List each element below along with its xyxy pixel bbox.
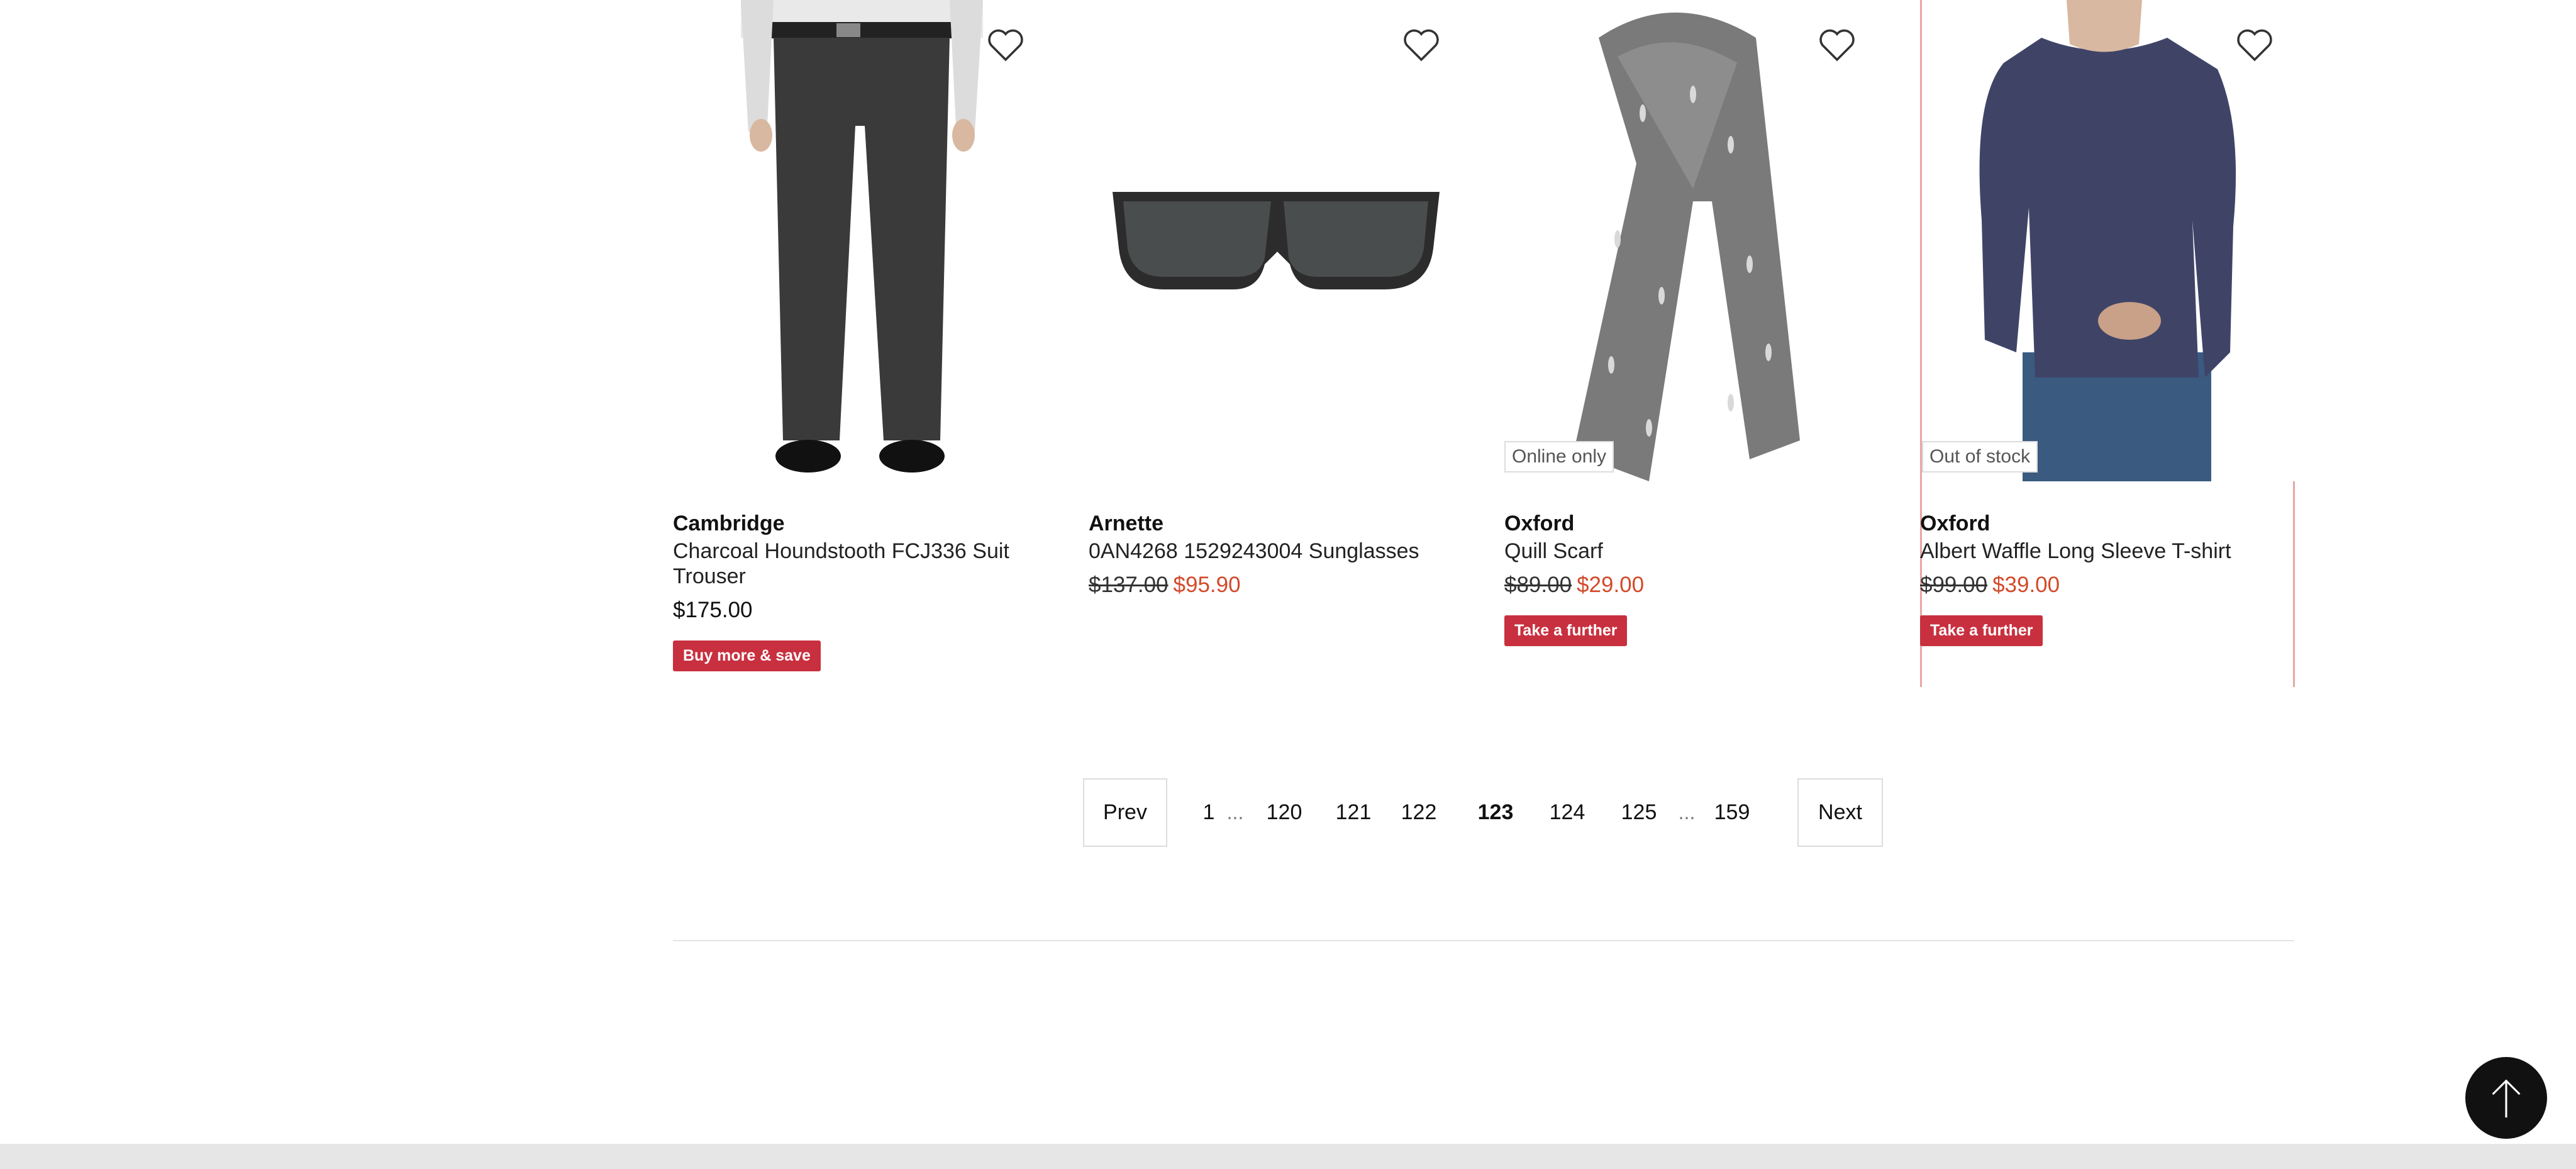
next-page-button[interactable]: Next <box>1797 778 1883 847</box>
product-image[interactable] <box>673 0 1048 481</box>
pagination-ellipsis: ... <box>1226 801 1244 824</box>
original-price: $99.00 <box>1920 573 1988 597</box>
original-price: $137.00 <box>1089 573 1169 597</box>
product-card[interactable]: Out of stock Oxford Albert Waffle Long S… <box>1920 0 2297 687</box>
wishlist-heart-icon[interactable] <box>1402 28 1441 63</box>
scarf-image <box>1574 13 1800 481</box>
promo-badge[interactable]: Buy more & save <box>673 640 821 671</box>
page-link-159[interactable]: 159 <box>1711 778 1753 847</box>
wishlist-heart-icon[interactable] <box>1818 28 1857 63</box>
page-link-122[interactable]: 122 <box>1397 778 1440 847</box>
sale-price: $29.00 <box>1577 573 1645 597</box>
page-link-120[interactable]: 120 <box>1263 778 1306 847</box>
pagination-ellipsis: ... <box>1678 801 1696 824</box>
promo-badge[interactable]: Take a further <box>1920 615 2043 646</box>
page-link-121[interactable]: 121 <box>1332 778 1375 847</box>
section-divider <box>673 940 2294 941</box>
trouser-image <box>741 0 983 473</box>
original-price: $89.00 <box>1504 573 1572 597</box>
page-link-current[interactable]: 123 <box>1474 778 1517 847</box>
page-link-1[interactable]: 1 <box>1196 778 1221 847</box>
product-brand[interactable]: Cambridge <box>673 511 1048 536</box>
product-brand[interactable]: Arnette <box>1089 511 1463 536</box>
wishlist-heart-icon[interactable] <box>2235 28 2274 63</box>
footer <box>0 1144 2576 1169</box>
product-price: $175.00 <box>673 598 753 622</box>
product-grid: Cambridge Charcoal Houndstooth FCJ336 Su… <box>673 0 2297 687</box>
prev-page-button[interactable]: Prev <box>1083 778 1167 847</box>
product-name[interactable]: Charcoal Houndstooth FCJ336 Suit Trouser <box>673 539 1048 589</box>
product-name[interactable]: 0AN4268 1529243004 Sunglasses <box>1089 539 1463 564</box>
page-link-125[interactable]: 125 <box>1618 778 1660 847</box>
out-of-stock-tag: Out of stock <box>1922 441 2038 473</box>
sunglasses-image <box>1113 192 1440 289</box>
product-card[interactable]: Online only Oxford Quill Scarf $89.00 $29… <box>1504 0 1879 687</box>
tshirt-image <box>1979 0 2236 481</box>
product-card[interactable]: Arnette 0AN4268 1529243004 Sunglasses $1… <box>1089 0 1463 687</box>
product-brand[interactable]: Oxford <box>1920 511 2293 536</box>
arrow-up-icon <box>2492 1079 2521 1118</box>
sale-price: $95.90 <box>1173 573 1241 597</box>
back-to-top-button[interactable] <box>2465 1057 2547 1139</box>
promo-badge[interactable]: Take a further <box>1504 615 1628 646</box>
page-link-124[interactable]: 124 <box>1546 778 1589 847</box>
product-image[interactable] <box>1089 0 1463 481</box>
product-name[interactable]: Quill Scarf <box>1504 539 1879 564</box>
product-image[interactable]: Out of stock <box>1922 0 2297 481</box>
wishlist-heart-icon[interactable] <box>986 28 1025 63</box>
product-image[interactable]: Online only <box>1504 0 1879 481</box>
product-card[interactable]: Cambridge Charcoal Houndstooth FCJ336 Su… <box>673 0 1048 687</box>
online-only-tag: Online only <box>1504 441 1614 473</box>
product-name[interactable]: Albert Waffle Long Sleeve T-shirt <box>1920 539 2293 564</box>
product-brand[interactable]: Oxford <box>1504 511 1879 536</box>
sale-price: $39.00 <box>1992 573 2060 597</box>
pagination: Prev 1 ... 120 121 122 123 124 125 ... 1… <box>1083 778 1883 847</box>
